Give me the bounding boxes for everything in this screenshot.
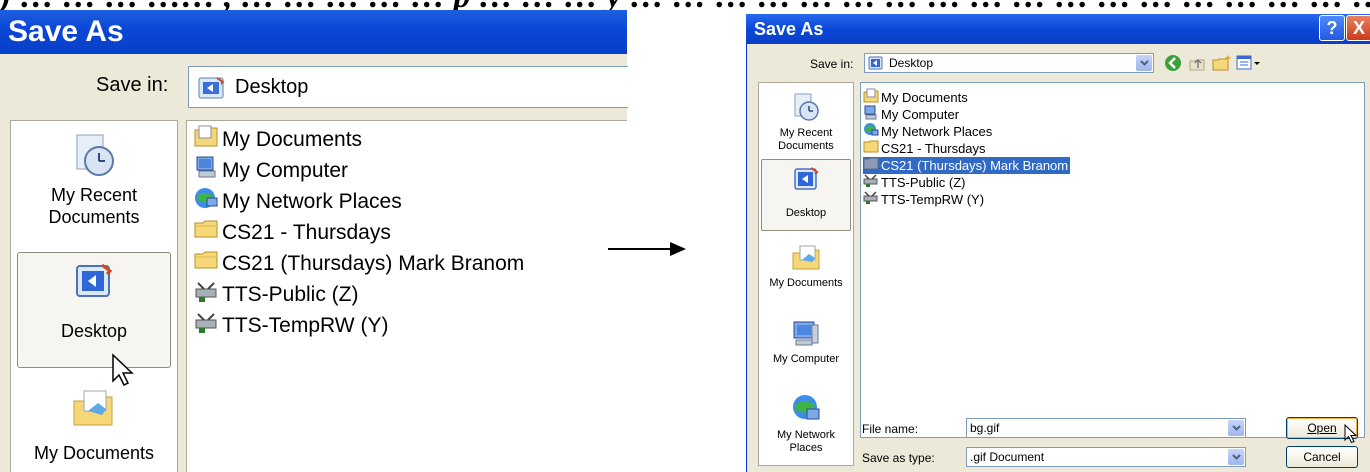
transition-arrow-line: [608, 248, 672, 250]
place-my-recent-documents[interactable]: My Recent Documents: [759, 91, 853, 153]
list-item-selected[interactable]: CS21 (Thursdays) Mark Branom: [863, 157, 1071, 174]
list-item[interactable]: My Network Places: [863, 123, 994, 140]
close-button[interactable]: X: [1346, 15, 1370, 41]
folder-icon: [193, 248, 222, 281]
desktop-icon: [74, 263, 114, 305]
right-save-in-combo[interactable]: Desktop: [864, 53, 1154, 73]
list-item[interactable]: My Documents: [863, 88, 970, 106]
up-folder-button[interactable]: [1188, 54, 1206, 72]
recent-documents-icon: [791, 93, 821, 126]
list-item[interactable]: TTS-TempRW (Y): [863, 191, 986, 208]
place-label: My Recent Documents: [48, 185, 140, 227]
right-save-in-value: Desktop: [889, 56, 934, 70]
right-save-in-label: Save in:: [810, 57, 854, 71]
list-item[interactable]: TTS-Public (Z): [193, 280, 359, 310]
left-dialog-title-bar[interactable]: Save As: [0, 10, 627, 54]
folder-icon: [193, 217, 222, 250]
save-as-type-value: .gif Document: [970, 450, 1045, 464]
place-desktop[interactable]: Desktop: [11, 263, 177, 342]
chevron-down-icon[interactable]: [1136, 55, 1152, 71]
list-item[interactable]: My Network Places: [193, 187, 402, 217]
new-folder-button[interactable]: [1212, 54, 1232, 72]
list-item[interactable]: TTS-TempRW (Y): [193, 311, 388, 341]
list-item[interactable]: CS21 - Thursdays: [193, 218, 391, 248]
file-name-value: bg.gif: [970, 421, 1000, 435]
place-my-documents[interactable]: My Documents: [11, 387, 177, 464]
place-desktop[interactable]: Desktop: [759, 167, 853, 220]
list-item[interactable]: My Computer: [863, 105, 961, 123]
network-places-icon: [790, 395, 822, 428]
new-folder-icon: [1212, 55, 1231, 71]
network-drive-icon: [863, 190, 881, 209]
left-save-in-value: Desktop: [235, 76, 309, 98]
network-drive-icon: [193, 310, 222, 343]
left-save-in-combo[interactable]: Desktop: [188, 66, 628, 108]
views-menu-button[interactable]: [1236, 54, 1262, 72]
transition-arrow-head: [670, 242, 686, 256]
left-save-in-label: Save in:: [96, 74, 169, 96]
right-dialog-title: Save As: [754, 19, 824, 39]
cancel-button[interactable]: Cancel: [1286, 446, 1358, 468]
place-label: My Computer: [772, 353, 840, 365]
place-label: My Documents: [33, 443, 155, 463]
desktop-icon: [868, 55, 884, 76]
file-name-field[interactable]: bg.gif: [966, 418, 1246, 438]
left-dialog-title: Save As: [8, 15, 124, 48]
my-documents-folder-icon: [193, 124, 222, 157]
place-my-network-places[interactable]: My Network Places: [759, 393, 853, 455]
desktop-icon: [197, 74, 227, 107]
up-folder-icon: [1189, 58, 1205, 71]
list-item[interactable]: CS21 (Thursdays) Mark Branom: [193, 249, 524, 279]
place-label: My Network Places: [776, 429, 836, 454]
file-name-label: File name:: [862, 422, 919, 436]
mouse-cursor-icon: [111, 353, 137, 392]
computer-icon: [790, 321, 822, 352]
back-button[interactable]: [1164, 54, 1182, 72]
list-item[interactable]: TTS-Public (Z): [863, 174, 968, 191]
place-label: My Recent Documents: [778, 127, 834, 152]
close-icon: X: [1352, 18, 1365, 38]
computer-icon: [193, 155, 222, 188]
my-documents-icon: [790, 245, 822, 276]
help-icon: ?: [1326, 18, 1338, 38]
chevron-down-icon[interactable]: [1228, 420, 1244, 436]
chevron-down-icon[interactable]: [1228, 449, 1244, 465]
place-my-computer[interactable]: My Computer: [759, 319, 853, 366]
right-file-list[interactable]: My Documents My Computer My Network Plac…: [860, 82, 1365, 438]
save-as-type-select[interactable]: .gif Document: [966, 447, 1246, 467]
recent-documents-icon: [71, 134, 117, 183]
left-file-list[interactable]: My Documents My Computer My Network Plac…: [186, 120, 627, 472]
list-item[interactable]: My Computer: [193, 156, 348, 186]
back-arrow-icon: [1165, 55, 1181, 71]
place-label: Desktop: [785, 207, 827, 219]
place-my-recent-documents[interactable]: My Recent Documents: [11, 131, 177, 228]
left-places-bar: My Recent Documents Desktop My Documents: [10, 120, 178, 472]
help-button[interactable]: ?: [1319, 15, 1345, 41]
network-drive-icon: [193, 279, 222, 312]
place-my-documents[interactable]: My Documents: [759, 243, 853, 290]
place-label: Desktop: [60, 321, 128, 341]
save-as-type-label: Save as type:: [862, 451, 935, 465]
views-icon: [1236, 55, 1260, 70]
right-dialog-title-bar[interactable]: Save As: [746, 14, 1370, 44]
list-item[interactable]: CS21 - Thursdays: [863, 140, 988, 157]
right-places-bar: My Recent Documents Desktop My Documents…: [758, 82, 854, 466]
place-label: My Documents: [769, 277, 843, 289]
desktop-icon: [793, 167, 819, 196]
my-documents-icon: [70, 390, 118, 435]
network-places-icon: [193, 186, 222, 219]
list-item[interactable]: My Documents: [193, 125, 362, 155]
